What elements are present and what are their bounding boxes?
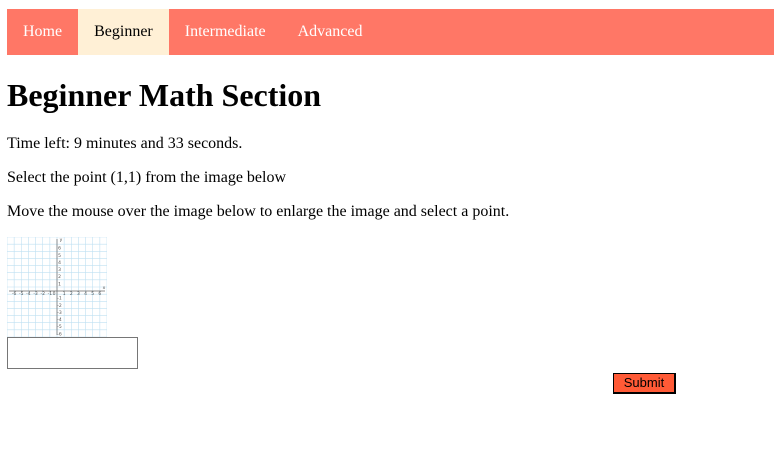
nav-advanced[interactable]: Advanced bbox=[282, 9, 379, 55]
origin-label: 0 bbox=[53, 291, 56, 297]
y-tick-label: -2 bbox=[57, 303, 62, 309]
x-tick-label: -4 bbox=[26, 291, 31, 297]
page-title: Beginner Math Section bbox=[7, 77, 322, 113]
timer-text: Time left: 9 minutes and 33 seconds. bbox=[7, 135, 243, 152]
top-nav-bar: Home Beginner Intermediate Advanced bbox=[7, 9, 774, 55]
x-tick-label: 1 bbox=[63, 291, 66, 297]
y-tick-label: 1 bbox=[58, 281, 61, 287]
y-tick-label: -4 bbox=[57, 317, 62, 323]
y-tick-label: 6 bbox=[58, 246, 61, 252]
x-tick-label: -1 bbox=[48, 291, 53, 297]
x-tick-label: 4 bbox=[84, 291, 87, 297]
x-tick-label: 5 bbox=[91, 291, 94, 297]
y-tick-label: 2 bbox=[58, 274, 61, 280]
x-tick-label: -5 bbox=[19, 291, 24, 297]
submit-button[interactable]: Submit bbox=[613, 373, 676, 394]
y-tick-label: -1 bbox=[57, 296, 62, 302]
x-axis-label: x bbox=[103, 286, 106, 291]
answer-field[interactable] bbox=[7, 337, 138, 369]
nav-intermediate[interactable]: Intermediate bbox=[169, 9, 282, 55]
y-tick-label: 5 bbox=[58, 253, 61, 259]
x-tick-label: -6 bbox=[12, 291, 17, 297]
y-tick-label: -3 bbox=[57, 310, 62, 316]
x-tick-label: 3 bbox=[77, 291, 80, 297]
y-axis-label: y bbox=[60, 238, 63, 243]
nav-home[interactable]: Home bbox=[7, 9, 78, 55]
coordinate-grid-image[interactable]: -6 -5 -4 -3 -2 -1 1 2 3 4 5 6654321-1-2-3-4-5-60xy bbox=[7, 237, 107, 337]
x-tick-label: -2 bbox=[40, 291, 45, 297]
y-tick-label: -5 bbox=[57, 324, 62, 330]
x-tick-label: 2 bbox=[70, 291, 73, 297]
y-tick-label: 3 bbox=[58, 267, 61, 273]
hover-hint: Move the mouse over the image below to e… bbox=[7, 203, 510, 220]
page: Home Beginner Intermediate Advanced Begi… bbox=[0, 0, 774, 460]
question-instruction: Select the point (1,1) from the image be… bbox=[7, 169, 287, 186]
nav-beginner[interactable]: Beginner bbox=[78, 9, 169, 55]
x-tick-label: 6 bbox=[98, 291, 101, 297]
y-tick-label: 4 bbox=[58, 260, 61, 266]
x-tick-label: -3 bbox=[33, 291, 38, 297]
